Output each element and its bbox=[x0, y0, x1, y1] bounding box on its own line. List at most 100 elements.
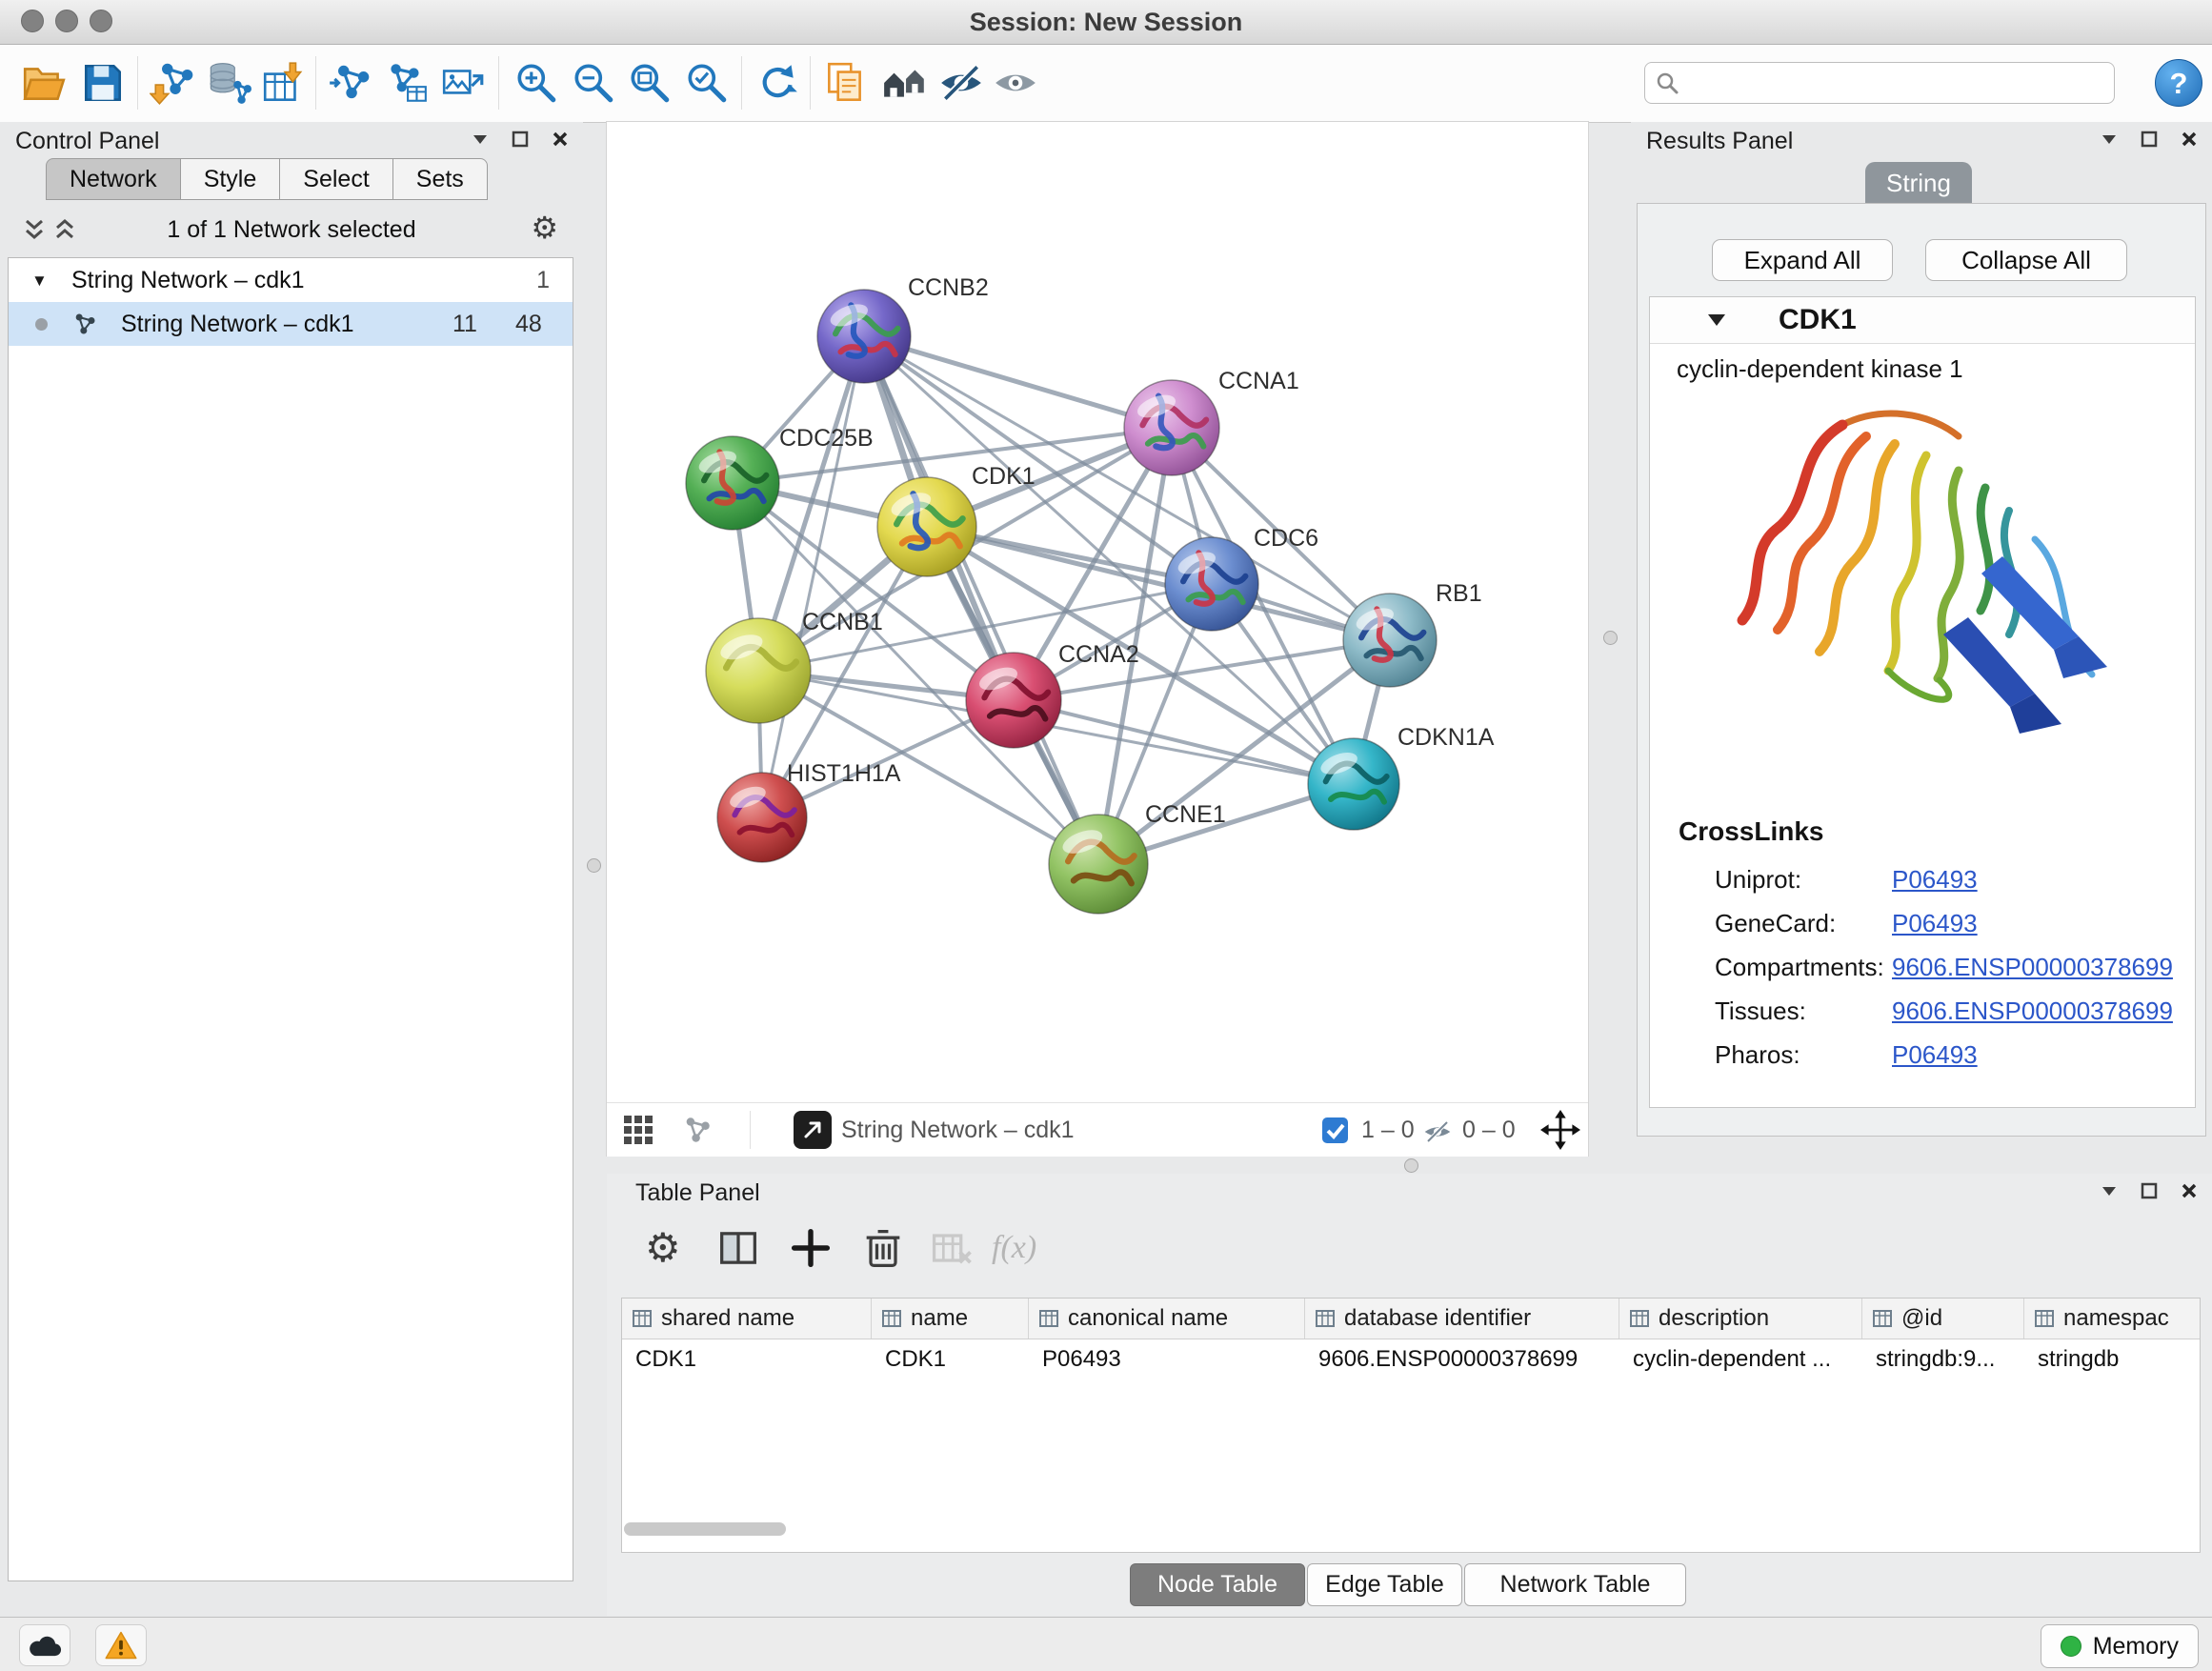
tab-sets[interactable]: Sets bbox=[393, 158, 488, 200]
delete-column-trash-icon[interactable] bbox=[858, 1223, 908, 1273]
close-panel-icon[interactable] bbox=[2180, 130, 2199, 149]
float-panel-icon[interactable] bbox=[2140, 1181, 2159, 1200]
export-image-button[interactable] bbox=[438, 58, 488, 108]
network-options-gear-icon[interactable]: ⚙ bbox=[531, 210, 558, 246]
tab-network[interactable]: Network bbox=[46, 158, 181, 200]
zoom-in-button[interactable] bbox=[512, 58, 561, 108]
column-header[interactable]: description bbox=[1619, 1299, 1862, 1339]
magnifier-fit-icon bbox=[626, 59, 674, 107]
collection-disclosure-icon[interactable]: ▼ bbox=[31, 259, 48, 303]
crosslink-link[interactable]: P06493 bbox=[1892, 909, 1978, 937]
close-panel-icon[interactable] bbox=[2180, 1181, 2199, 1200]
show-all-button[interactable] bbox=[991, 58, 1040, 108]
network-node-CCNA2[interactable] bbox=[966, 653, 1061, 748]
memory-button[interactable]: Memory bbox=[2041, 1624, 2199, 1668]
add-column-plus-icon[interactable] bbox=[786, 1223, 835, 1273]
tab-string[interactable]: String bbox=[1865, 162, 1972, 204]
zoom-selected-button[interactable] bbox=[682, 58, 732, 108]
table-cell[interactable]: 9606.ENSP00000378699 bbox=[1305, 1339, 1619, 1379]
column-header[interactable]: namespac bbox=[2024, 1299, 2197, 1339]
tab-network-table[interactable]: Network Table bbox=[1464, 1563, 1686, 1606]
new-network-from-selection-button[interactable] bbox=[381, 58, 431, 108]
tab-style[interactable]: Style bbox=[181, 158, 281, 200]
network-node-CCNB2[interactable] bbox=[817, 290, 911, 383]
float-panel-icon[interactable] bbox=[2140, 130, 2159, 149]
network-node-CDK1[interactable] bbox=[877, 477, 976, 576]
magnifier-plus-icon bbox=[513, 59, 560, 107]
import-network-from-file-button[interactable] bbox=[149, 58, 198, 108]
help-button[interactable]: ? bbox=[2155, 59, 2202, 107]
table-cell[interactable]: P06493 bbox=[1029, 1339, 1305, 1379]
gene-header-row[interactable]: CDK1 bbox=[1650, 297, 2195, 344]
splitter-handle-left[interactable] bbox=[587, 858, 601, 873]
network-node-RB1[interactable] bbox=[1343, 594, 1437, 687]
search-input[interactable] bbox=[1687, 69, 2106, 98]
zoom-out-button[interactable] bbox=[569, 58, 618, 108]
splitter-handle-bottom[interactable] bbox=[1404, 1158, 1418, 1173]
new-network-button[interactable] bbox=[325, 58, 374, 108]
copy-document-button[interactable] bbox=[820, 58, 870, 108]
table-settings-gear-icon[interactable]: ⚙ bbox=[645, 1223, 681, 1273]
close-panel-icon[interactable] bbox=[551, 130, 570, 149]
grid-view-icon[interactable] bbox=[624, 1116, 653, 1144]
hidden-eye-slash-icon[interactable] bbox=[1422, 1117, 1453, 1147]
table-cell[interactable]: CDK1 bbox=[872, 1339, 1029, 1379]
open-session-button[interactable] bbox=[19, 58, 69, 108]
column-header[interactable]: name bbox=[872, 1299, 1029, 1339]
tab-node-table[interactable]: Node Table bbox=[1130, 1563, 1305, 1606]
warning-status-button[interactable] bbox=[95, 1624, 147, 1666]
home-view-button[interactable] bbox=[880, 58, 930, 108]
node-label-RB1: RB1 bbox=[1436, 580, 1482, 607]
table-row[interactable]: CDK1 CDK1 P06493 9606.ENSP00000378699 cy… bbox=[622, 1339, 2200, 1379]
network-node-CCNA1[interactable] bbox=[1124, 380, 1219, 475]
crosslink-link[interactable]: P06493 bbox=[1892, 1040, 1978, 1069]
network-node-CCNB1[interactable] bbox=[706, 618, 811, 723]
table-cell[interactable]: CDK1 bbox=[622, 1339, 872, 1379]
expand-all-button[interactable]: Expand All bbox=[1712, 239, 1893, 281]
zoom-fit-button[interactable] bbox=[625, 58, 674, 108]
network-edge-CCNB2-HIST1H1A[interactable] bbox=[762, 336, 864, 817]
column-header[interactable]: database identifier bbox=[1305, 1299, 1619, 1339]
column-header[interactable]: @id bbox=[1862, 1299, 2024, 1339]
pan-crosshair-icon[interactable] bbox=[1540, 1110, 1580, 1150]
crosslink-link[interactable]: P06493 bbox=[1892, 865, 1978, 894]
table-panel: Table Panel ⚙ f(x) s bbox=[607, 1174, 2212, 1616]
float-panel-icon[interactable] bbox=[511, 130, 530, 149]
network-title: String Network – cdk1 bbox=[841, 1103, 1075, 1157]
hide-selected-button[interactable] bbox=[936, 58, 986, 108]
column-header[interactable]: canonical name bbox=[1029, 1299, 1305, 1339]
apply-layout-button[interactable] bbox=[753, 58, 802, 108]
table-cell[interactable]: stringdb:9... bbox=[1862, 1339, 2024, 1379]
crosslink-link[interactable]: 9606.ENSP00000378699 bbox=[1892, 997, 2173, 1025]
selected-checkbox-icon[interactable] bbox=[1321, 1117, 1349, 1144]
cloud-status-button[interactable] bbox=[19, 1624, 70, 1666]
import-table-from-file-button[interactable] bbox=[259, 58, 309, 108]
show-columns-icon[interactable] bbox=[714, 1223, 763, 1273]
network-node-CDKN1A[interactable] bbox=[1308, 738, 1399, 830]
column-header[interactable]: shared name bbox=[622, 1299, 872, 1339]
toolbar-separator bbox=[137, 56, 138, 110]
network-collection-row[interactable]: ▼ String Network – cdk1 1 bbox=[9, 258, 573, 302]
panel-menu-icon[interactable] bbox=[2100, 130, 2119, 149]
gene-collapse-icon[interactable] bbox=[1707, 312, 1726, 328]
horizontal-scrollbar-thumb[interactable] bbox=[624, 1522, 786, 1536]
crosslink-link[interactable]: 9606.ENSP00000378699 bbox=[1892, 953, 2173, 981]
network-node-CDC6[interactable] bbox=[1165, 537, 1258, 631]
import-network-from-database-button[interactable] bbox=[203, 58, 252, 108]
birdseye-toggle-button[interactable] bbox=[794, 1111, 832, 1149]
network-share-icon[interactable] bbox=[681, 1114, 714, 1146]
network-node-CDC25B[interactable] bbox=[686, 436, 779, 530]
table-cell[interactable]: cyclin-dependent ... bbox=[1619, 1339, 1862, 1379]
network-canvas[interactable]: CCNB2CCNA1CDC25BCDK1CDC6RB1CCNB1CCNA2CDK… bbox=[607, 122, 1588, 1102]
panel-menu-icon[interactable] bbox=[471, 130, 490, 149]
tab-edge-table[interactable]: Edge Table bbox=[1307, 1563, 1462, 1606]
network-row-selected[interactable]: String Network – cdk1 11 48 bbox=[9, 302, 573, 346]
splitter-handle-right[interactable] bbox=[1603, 631, 1618, 645]
collapse-all-button[interactable]: Collapse All bbox=[1925, 239, 2127, 281]
search-box[interactable] bbox=[1644, 62, 2115, 104]
table-cell[interactable]: stringdb bbox=[2024, 1339, 2197, 1379]
panel-menu-icon[interactable] bbox=[2100, 1181, 2119, 1200]
network-node-CCNE1[interactable] bbox=[1049, 815, 1148, 914]
tab-select[interactable]: Select bbox=[280, 158, 392, 200]
save-session-button[interactable] bbox=[78, 58, 128, 108]
